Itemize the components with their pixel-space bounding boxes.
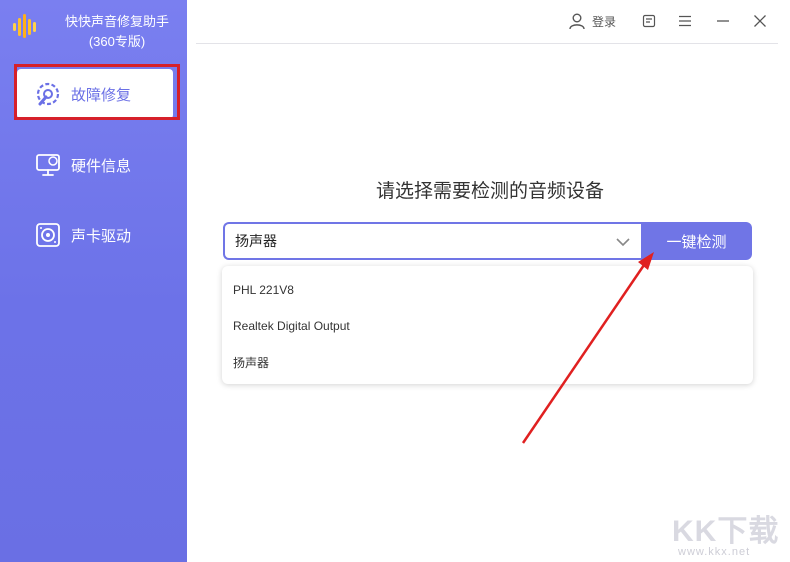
menu-button[interactable]	[678, 8, 692, 34]
minimize-button[interactable]	[716, 8, 730, 34]
user-icon	[569, 13, 585, 30]
sidebar-item-hardware[interactable]: 硬件信息	[17, 140, 173, 190]
audio-device-select[interactable]: 扬声器	[223, 222, 643, 260]
app-window: 快快声音修复助手 (360专版) 故障修复 硬件信息 声卡驱动 登录 请选择需要…	[0, 0, 790, 562]
one-click-detect-button[interactable]: 一键检测	[641, 222, 752, 260]
login-label: 登录	[592, 14, 617, 29]
title-divider	[196, 43, 778, 44]
login-button[interactable]: 登录	[568, 8, 616, 34]
sidebar-item-label: 硬件信息	[71, 157, 132, 175]
close-icon	[754, 15, 766, 27]
dropdown-option[interactable]: PHL 221V8	[233, 283, 294, 297]
dropdown-option[interactable]: 扬声器	[233, 354, 269, 371]
repair-gear-icon	[33, 79, 63, 109]
feedback-button[interactable]	[642, 8, 656, 34]
menu-icon	[679, 15, 691, 27]
title-bar: 登录	[187, 0, 790, 44]
app-title: 快快声音修复助手 (360专版)	[50, 12, 184, 52]
feedback-icon	[642, 14, 656, 28]
minimize-icon	[717, 20, 729, 22]
sidebar: 快快声音修复助手 (360专版) 故障修复 硬件信息 声卡驱动	[0, 0, 187, 562]
chevron-down-icon	[616, 238, 630, 247]
speaker-icon	[33, 220, 63, 250]
sidebar-item-label: 声卡驱动	[71, 227, 132, 245]
watermark-url: www.kkx.net	[678, 546, 751, 558]
monitor-icon	[33, 150, 63, 180]
sidebar-item-repair[interactable]: 故障修复	[17, 69, 173, 119]
app-title-line1: 快快声音修复助手	[64, 14, 169, 29]
select-value: 扬声器	[235, 233, 277, 249]
dropdown-option[interactable]: Realtek Digital Output	[233, 319, 350, 333]
device-dropdown-list: PHL 221V8 Realtek Digital Output 扬声器	[222, 266, 753, 384]
watermark: KK下载 www.kkx.net	[672, 506, 790, 562]
sidebar-item-sound-driver[interactable]: 声卡驱动	[17, 210, 173, 260]
sidebar-item-label: 故障修复	[71, 86, 132, 104]
close-button[interactable]	[753, 8, 767, 34]
page-heading: 请选择需要检测的音频设备	[375, 181, 604, 202]
app-title-line2: (360专版)	[88, 34, 146, 49]
sound-wave-logo-icon	[13, 14, 36, 38]
brand: 快快声音修复助手 (360专版)	[0, 0, 187, 60]
watermark-logo: KK下载	[672, 515, 780, 548]
